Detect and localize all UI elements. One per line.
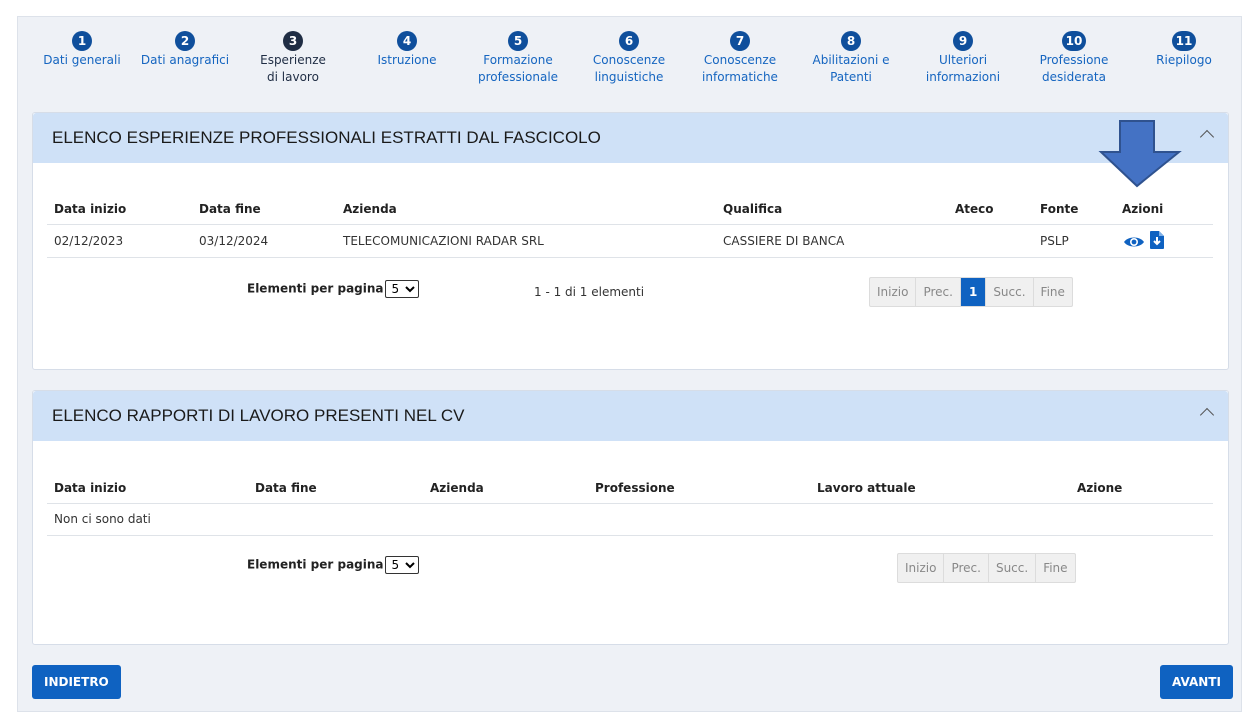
- panel-experiences-fascicolo: ELENCO ESPERIENZE PROFESSIONALI ESTRATTI…: [32, 112, 1229, 370]
- step-number: 8: [841, 31, 861, 51]
- next-button[interactable]: AVANTI: [1160, 665, 1233, 699]
- wizard-frame: 1 Dati generali 2 Dati anagrafici 3 Espe…: [17, 16, 1242, 712]
- cell-azienda: TELECOMUNICAZIONI RADAR SRL: [343, 234, 544, 248]
- row-divider: [47, 257, 1213, 258]
- col-header-data-fine: Data fine: [255, 481, 317, 495]
- col-header-data-fine: Data fine: [199, 202, 261, 216]
- step-label: Riepilogo: [1156, 53, 1212, 67]
- pager-last[interactable]: Fine: [1036, 554, 1074, 582]
- col-header-qualifica: Qualifica: [723, 202, 783, 216]
- page-size-label: Elementi per pagina: [247, 557, 384, 572]
- panel-header[interactable]: ELENCO ESPERIENZE PROFESSIONALI ESTRATTI…: [33, 113, 1228, 163]
- panel-rapporti-cv: ELENCO RAPPORTI DI LAVORO PRESENTI NEL C…: [32, 390, 1229, 645]
- pager-first[interactable]: Inizio: [870, 278, 917, 306]
- step-number: 4: [397, 31, 417, 51]
- step-label: Istruzione: [377, 53, 437, 67]
- pagination: Inizio Prec. Succ. Fine: [897, 553, 1076, 583]
- col-header-azienda: Azienda: [430, 481, 484, 495]
- step-label: Professione desiderata: [1039, 53, 1109, 84]
- chevron-up-icon[interactable]: [1199, 407, 1215, 423]
- chevron-up-icon[interactable]: [1199, 129, 1215, 145]
- step-label: Abilitazioni e Patenti: [812, 53, 890, 84]
- pager-last[interactable]: Fine: [1034, 278, 1072, 306]
- step-number: 6: [619, 31, 639, 51]
- step-number: 9: [953, 31, 973, 51]
- step-number: 7: [730, 31, 750, 51]
- step-number: 10: [1062, 31, 1086, 51]
- step-label: Conoscenze linguistiche: [592, 53, 666, 84]
- back-button[interactable]: INDIETRO: [32, 665, 121, 699]
- item-count: 1 - 1 di 1 elementi: [534, 285, 645, 299]
- step-number: 11: [1172, 31, 1196, 51]
- empty-message: Non ci sono dati: [54, 512, 151, 526]
- page-size-label: Elementi per pagina: [247, 281, 384, 296]
- step-label: Dati anagrafici: [140, 53, 230, 67]
- page-size-select[interactable]: 5: [384, 280, 419, 298]
- cell-data-inizio: 02/12/2023: [54, 234, 124, 248]
- col-header-fonte: Fonte: [1040, 202, 1079, 216]
- col-header-azioni: Azioni: [1122, 202, 1164, 216]
- col-header-data-inizio: Data inizio: [54, 481, 127, 495]
- cell-qualifica: CASSIERE DI BANCA: [723, 234, 845, 248]
- page-size-select[interactable]: 5: [384, 556, 419, 574]
- col-header-azienda: Azienda: [343, 202, 397, 216]
- panel-title: ELENCO ESPERIENZE PROFESSIONALI ESTRATTI…: [52, 128, 601, 147]
- pager-prev[interactable]: Prec.: [916, 278, 961, 306]
- panel-title: ELENCO RAPPORTI DI LAVORO PRESENTI NEL C…: [52, 406, 465, 425]
- step-label: Conoscenze informatiche: [702, 53, 778, 84]
- step-label: Ulteriori informazioni: [925, 53, 1001, 84]
- header-divider: [47, 503, 1213, 504]
- step-9[interactable]: 9 Ulteriori informazioni: [923, 31, 1003, 86]
- step-5[interactable]: 5 Formazione professionale: [473, 31, 563, 86]
- header-divider: [47, 224, 1213, 225]
- step-1[interactable]: 1 Dati generali: [32, 31, 132, 69]
- step-6[interactable]: 6 Conoscenze linguistiche: [589, 31, 669, 86]
- step-label: Dati generali: [43, 53, 121, 67]
- step-number: 5: [508, 31, 528, 51]
- col-header-professione: Professione: [595, 481, 675, 495]
- eye-icon[interactable]: [1123, 235, 1145, 249]
- step-2[interactable]: 2 Dati anagrafici: [135, 31, 235, 69]
- page-size-control: Elementi per pagina 5: [247, 280, 419, 298]
- arrow-down-icon: [1098, 120, 1182, 188]
- step-10[interactable]: 10 Professione desiderata: [1034, 31, 1114, 86]
- page-size-control: Elementi per pagina 5: [247, 556, 419, 574]
- step-7[interactable]: 7 Conoscenze informatiche: [700, 31, 780, 86]
- step-11[interactable]: 11 Riepilogo: [1144, 31, 1224, 69]
- col-header-ateco: Ateco: [955, 202, 994, 216]
- step-4[interactable]: 4 Istruzione: [357, 31, 457, 69]
- col-header-azione: Azione: [1077, 481, 1123, 495]
- file-download-icon[interactable]: [1150, 231, 1164, 249]
- step-3: 3 Esperienze di lavoro: [253, 31, 333, 86]
- step-number: 1: [72, 31, 92, 51]
- col-header-lavoro-attuale: Lavoro attuale: [817, 481, 916, 495]
- panel-header[interactable]: ELENCO RAPPORTI DI LAVORO PRESENTI NEL C…: [33, 391, 1228, 441]
- stepper: 1 Dati generali 2 Dati anagrafici 3 Espe…: [18, 17, 1241, 105]
- col-header-data-inizio: Data inizio: [54, 202, 127, 216]
- pager-next[interactable]: Succ.: [989, 554, 1037, 582]
- cell-data-fine: 03/12/2024: [199, 234, 269, 248]
- row-divider: [47, 535, 1213, 536]
- pager-first[interactable]: Inizio: [898, 554, 945, 582]
- step-number: 2: [175, 31, 195, 51]
- pager-page-1[interactable]: 1: [960, 278, 987, 306]
- step-8[interactable]: 8 Abilitazioni e Patenti: [806, 31, 896, 86]
- step-label: Formazione professionale: [477, 53, 559, 84]
- cell-fonte: PSLP: [1040, 234, 1069, 248]
- pager-next[interactable]: Succ.: [986, 278, 1034, 306]
- step-label: Esperienze di lavoro: [260, 53, 326, 84]
- step-number: 3: [283, 31, 303, 51]
- pager-prev[interactable]: Prec.: [944, 554, 989, 582]
- pagination: Inizio Prec. 1 Succ. Fine: [869, 277, 1073, 307]
